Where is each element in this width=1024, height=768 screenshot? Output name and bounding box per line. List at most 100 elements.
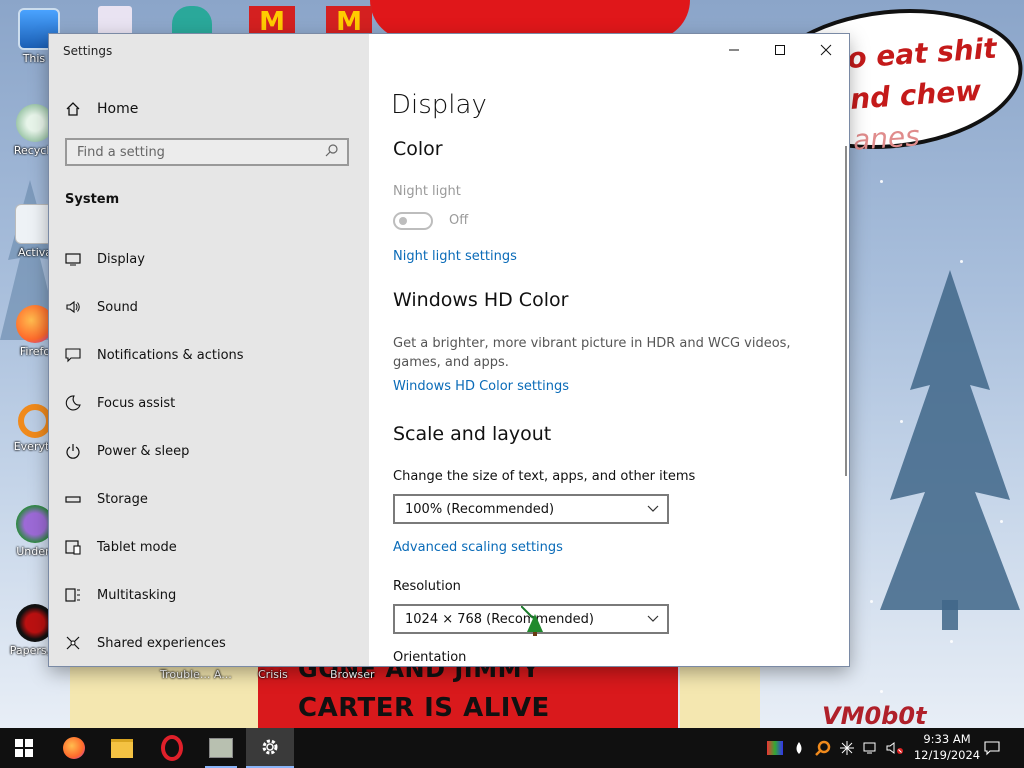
taskbar-settings[interactable] <box>246 728 294 768</box>
everything-search-icon <box>815 740 831 756</box>
taskbar-clock[interactable]: 9:33 AM 12/19/2024 <box>912 731 982 763</box>
volume-muted-icon <box>886 742 903 754</box>
file-explorer-icon <box>111 738 133 758</box>
opera-icon <box>161 735 183 761</box>
minimize-icon <box>729 49 739 51</box>
toggle-knob <box>399 217 407 225</box>
window-title: Settings <box>63 44 113 58</box>
taskbar: 9:33 AM 12/19/2024 <box>0 728 1024 768</box>
monitor-icon <box>65 251 81 267</box>
hd-color-description: Get a brighter, more vibrant picture in … <box>393 336 791 370</box>
night-light-state: Off <box>449 213 469 228</box>
window-controls <box>711 34 849 66</box>
multitasking-icon <box>65 587 81 603</box>
artist-signature: VM0b0t <box>822 702 927 728</box>
taskbar-firefox[interactable] <box>50 728 98 768</box>
network-icon <box>863 742 876 754</box>
snowflake-icon <box>840 741 854 755</box>
advanced-scaling-link[interactable]: Advanced scaling settings <box>393 540 563 555</box>
nav-home-label: Home <box>97 101 139 117</box>
night-light-toggle[interactable] <box>393 212 433 230</box>
night-light-settings-link[interactable]: Night light settings <box>393 249 517 264</box>
firefox-icon <box>63 737 85 759</box>
nav-item-power-sleep[interactable]: Power & sleep <box>65 439 189 463</box>
night-light-label: Night light <box>393 184 461 199</box>
banner-text-bottom: CARTER IS ALIVE <box>298 693 550 723</box>
nav-item-label: Shared experiences <box>97 635 226 651</box>
tray-drop-icon-button[interactable] <box>788 728 810 768</box>
nav-item-label: Focus assist <box>97 395 176 411</box>
settings-window: Settings Home Find a setting System Disp… <box>49 34 849 666</box>
everything-search-icon <box>18 404 52 438</box>
desktop-label-troubleshoot[interactable]: Trouble... A... <box>160 668 232 681</box>
app-icon <box>209 738 233 758</box>
start-icon <box>15 739 33 757</box>
clock-time: 9:33 AM <box>923 732 971 746</box>
scale-label: Change the size of text, apps, and other… <box>393 469 696 484</box>
shared-icon <box>65 635 81 651</box>
speaker-icon <box>65 299 81 315</box>
document-icon[interactable] <box>98 6 132 36</box>
section-heading-color: Color <box>393 138 443 160</box>
hd-color-settings-link[interactable]: Windows HD Color settings <box>393 379 569 394</box>
tray-colorful-icon <box>767 741 783 755</box>
maximize-button[interactable] <box>757 34 803 66</box>
nav-item-sound[interactable]: Sound <box>65 295 138 319</box>
water-drop-icon <box>796 742 802 754</box>
page-title: Display <box>391 90 487 120</box>
nav-item-multitasking[interactable]: Multitasking <box>65 583 176 607</box>
christmas-tree-cursor-icon <box>521 606 543 636</box>
nav-item-label: Sound <box>97 299 138 315</box>
nav-section-system: System <box>65 192 120 207</box>
taskbar-app[interactable] <box>197 728 245 768</box>
settings-nav-pane: Settings Home Find a setting System Disp… <box>49 34 369 666</box>
taskbar-file-explorer[interactable] <box>98 728 146 768</box>
scale-dropdown[interactable]: 100% (Recommended) <box>393 494 669 524</box>
nav-item-storage[interactable]: Storage <box>65 487 148 511</box>
orientation-label: Orientation <box>393 650 467 665</box>
close-icon <box>820 44 832 56</box>
nav-item-shared-experiences[interactable]: Shared experiences <box>65 631 226 655</box>
nav-item-label: Notifications & actions <box>97 347 244 363</box>
desktop-label-crisis[interactable]: Crisis <box>258 668 288 681</box>
action-center-button[interactable] <box>980 728 1004 768</box>
start-button[interactable] <box>0 728 48 768</box>
scrollbar[interactable] <box>845 146 847 476</box>
nav-item-display[interactable]: Display <box>65 247 145 271</box>
tray-network-button[interactable] <box>860 728 882 768</box>
moon-icon <box>65 395 81 411</box>
nav-item-label: Multitasking <box>97 587 177 603</box>
minimize-button[interactable] <box>711 34 757 66</box>
section-heading-scale-layout: Scale and layout <box>393 423 552 445</box>
mcdonalds-icon-2[interactable]: M <box>326 6 372 37</box>
nav-item-tablet-mode[interactable]: Tablet mode <box>65 535 177 559</box>
tray-volume-button[interactable] <box>884 728 906 768</box>
maximize-icon <box>775 45 785 55</box>
home-icon <box>65 101 81 117</box>
tablet-icon <box>65 539 81 555</box>
resolution-label: Resolution <box>393 579 461 594</box>
chevron-down-icon <box>647 615 659 622</box>
nav-item-label: Power & sleep <box>97 443 190 459</box>
nav-home[interactable]: Home <box>65 98 138 120</box>
taskbar-opera[interactable] <box>148 728 196 768</box>
find-setting-search[interactable]: Find a setting <box>65 138 349 166</box>
storage-icon <box>65 491 81 507</box>
clock-date: 12/19/2024 <box>913 748 981 762</box>
tray-snowflake-button[interactable] <box>836 728 858 768</box>
close-button[interactable] <box>803 34 849 66</box>
character-icon[interactable] <box>172 6 212 36</box>
tray-app-icon[interactable] <box>764 728 786 768</box>
search-input[interactable]: Find a setting <box>77 145 165 160</box>
nav-item-notifications[interactable]: Notifications & actions <box>65 343 244 367</box>
scale-dropdown-value: 100% (Recommended) <box>405 501 555 517</box>
search-icon <box>325 143 339 161</box>
tray-search-button[interactable] <box>812 728 834 768</box>
settings-content-pane: Display Color Night light Off Night ligh… <box>369 34 849 666</box>
nav-item-focus-assist[interactable]: Focus assist <box>65 391 175 415</box>
mcdonalds-icon[interactable]: M <box>249 6 295 37</box>
chevron-down-icon <box>647 505 659 512</box>
pine-tree-graphic <box>880 270 1020 630</box>
desktop-label-browser[interactable]: Browser <box>330 668 375 681</box>
notification-center-icon <box>984 741 1000 756</box>
